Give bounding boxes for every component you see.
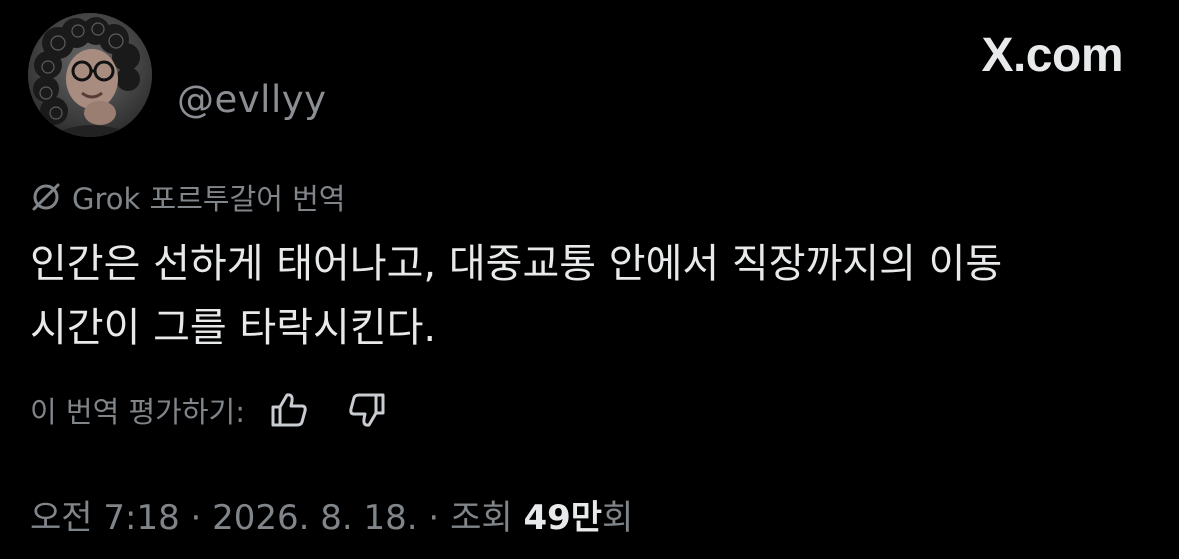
rate-translation-row: 이 번역 평가하기: (30, 388, 391, 432)
separator: · (417, 498, 451, 538)
views-suffix: 회 (602, 498, 634, 538)
profile-photo (28, 13, 152, 137)
views-prefix: 조회 (450, 498, 524, 538)
post-text: 인간은 선하게 태어나고, 대중교통 안에서 직장까지의 이동 시간이 그를 타… (30, 232, 1150, 360)
thumbs-up-icon (271, 393, 307, 427)
thumbs-down-icon (349, 393, 385, 427)
grok-icon (30, 181, 62, 213)
views-count: 49만 (523, 498, 603, 538)
thumbs-down-button[interactable] (343, 388, 391, 432)
thumbs-up-button[interactable] (265, 388, 313, 432)
post-text-line: 시간이 그를 타락시킨다. (30, 305, 437, 351)
post-time[interactable]: 오전 7:18 (30, 498, 180, 538)
post-text-line: 인간은 선하게 태어나고, 대중교통 안에서 직장까지의 이동 (30, 241, 1003, 287)
translation-banner: Grok 포르투갈어 번역 (30, 176, 346, 218)
avatar[interactable] (28, 13, 152, 137)
translation-label: Grok 포르투갈어 번역 (72, 182, 346, 216)
author-handle[interactable]: @evllyy (177, 78, 327, 121)
post-date[interactable]: 2026. 8. 18. (212, 498, 417, 538)
rate-translation-label: 이 번역 평가하기: (30, 395, 245, 429)
separator: · (179, 498, 213, 538)
brand-watermark: X.com (981, 29, 1123, 82)
post-metadata: 오전 7:18 · 2026. 8. 18. · 조회 49만회 (30, 490, 633, 539)
